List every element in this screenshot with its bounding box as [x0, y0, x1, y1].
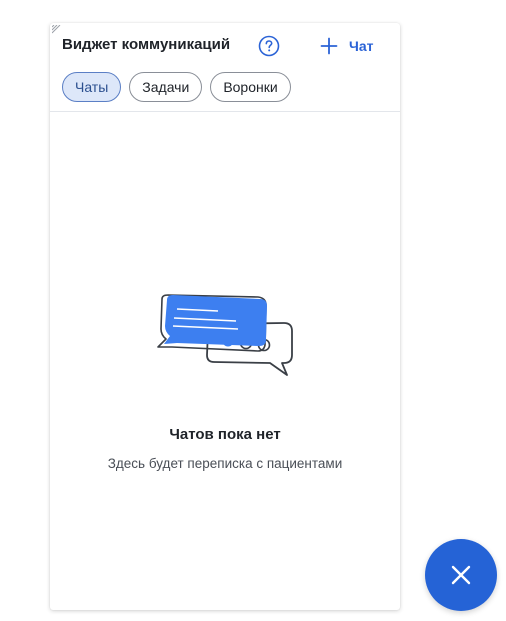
tab-label: Воронки — [223, 79, 278, 95]
close-widget-button[interactable] — [425, 539, 497, 611]
tab-label: Задачи — [142, 79, 190, 95]
header-divider — [50, 111, 400, 112]
communication-widget: Виджет коммуникаций Чат Чаты Задачи Воро… — [50, 23, 400, 610]
tab-funnels[interactable]: Воронки — [210, 72, 291, 102]
tab-tasks[interactable]: Задачи — [129, 72, 203, 102]
question-circle-icon[interactable] — [258, 35, 280, 57]
empty-state-title: Чатов пока нет — [169, 426, 281, 443]
new-chat-button[interactable]: Чат — [320, 34, 373, 58]
widget-header: Виджет коммуникаций Чат — [50, 23, 400, 67]
widget-tabs: Чаты Задачи Воронки — [62, 72, 291, 102]
empty-state-subtitle: Здесь будет переписка с пациентами — [107, 456, 343, 471]
plus-icon — [320, 37, 338, 55]
new-chat-label: Чат — [349, 38, 374, 54]
close-icon — [451, 565, 471, 585]
widget-title: Виджет коммуникаций — [62, 36, 231, 53]
tab-chats[interactable]: Чаты — [62, 72, 122, 102]
chat-bubbles-illustration — [157, 294, 293, 376]
tab-label: Чаты — [75, 79, 109, 95]
